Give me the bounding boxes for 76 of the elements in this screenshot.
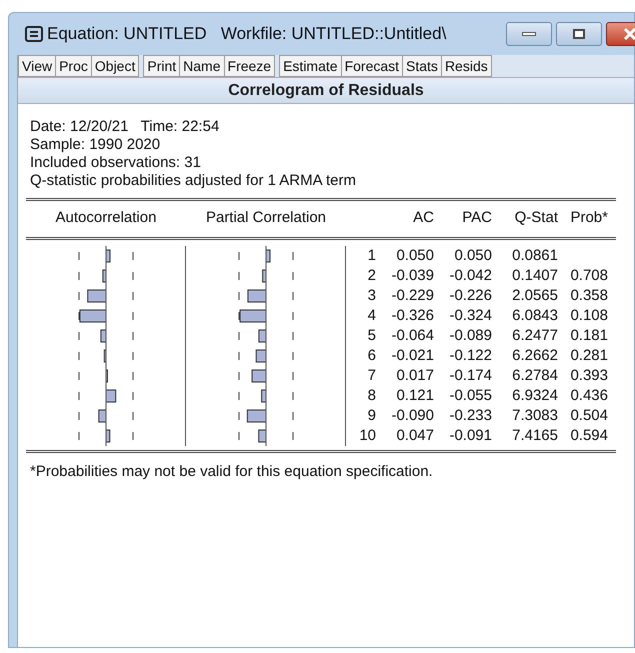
- close-icon: [623, 28, 635, 40]
- q-stat-cell-text: 7.4165: [511, 426, 558, 446]
- ac-cell-text: -0.021: [390, 346, 434, 366]
- toolbar-button[interactable]: Proc: [55, 55, 92, 77]
- prob-cell-text: 0.108: [569, 306, 608, 326]
- q-stat-cell-text: 6.0843: [511, 306, 558, 326]
- q-stat-cell-text: 6.2477: [511, 326, 558, 346]
- pac-cell-text: -0.042: [448, 266, 492, 286]
- window-menu-icon[interactable]: [25, 26, 43, 42]
- toolbar-button[interactable]: Forecast: [340, 55, 404, 77]
- prob-cell-text: 0.708: [569, 266, 608, 286]
- prob-cell-text: 0.281: [569, 346, 608, 366]
- lag-cell-text: 2: [366, 266, 376, 286]
- prob-cell-text: 0.594: [569, 426, 608, 446]
- pac-cell-text: -0.233: [448, 406, 492, 426]
- ac-cell-text: -0.229: [390, 286, 434, 306]
- prob-cell-text: 0.393: [569, 366, 608, 386]
- lag-cell-text: 8: [366, 386, 376, 406]
- q-stat-cell-text: 6.9324: [511, 386, 558, 406]
- pac-cell-text: -0.174: [448, 366, 492, 386]
- lag-cell-text: 3: [366, 286, 376, 306]
- column-header: Autocorrelation: [54, 208, 158, 228]
- prob-cell-text: 0.181: [569, 326, 608, 346]
- column-header: Partial Correlation: [204, 208, 328, 228]
- ac-cell-text: 0.047: [395, 426, 434, 446]
- pac-cell-text: -0.226: [448, 286, 492, 306]
- ac-cell-text: -0.090: [390, 406, 434, 426]
- column-header: PAC: [461, 208, 492, 228]
- toolbar-button[interactable]: Stats: [402, 55, 442, 77]
- info-line: Sample: 1990 2020: [30, 136, 162, 154]
- prob-cell-text: 0.504: [569, 406, 608, 426]
- column-header: AC: [412, 208, 434, 228]
- pac-cell-text: -0.091: [448, 426, 492, 446]
- info-line: Date: 12/20/21 Time: 22:54: [30, 118, 220, 136]
- ac-cell-text: -0.326: [390, 306, 434, 326]
- view-title: Correlogram of Residuals: [228, 80, 424, 100]
- toolbar-button[interactable]: View: [18, 55, 56, 77]
- ac-cell-text: 0.050: [395, 246, 434, 266]
- toolbar-button[interactable]: Print: [143, 55, 180, 77]
- q-stat-cell-text: 7.3083: [511, 406, 558, 426]
- pac-cell-text: -0.324: [448, 306, 492, 326]
- q-stat-cell-text: 6.2784: [511, 366, 558, 386]
- prob-cell-text: 0.436: [569, 386, 608, 406]
- toolbar-button[interactable]: Resids: [440, 55, 492, 77]
- pac-cell-text: -0.055: [448, 386, 492, 406]
- pac-cell-text: -0.122: [448, 346, 492, 366]
- ac-cell-text: -0.039: [390, 266, 434, 286]
- info-line: Q-statistic probabilities adjusted for 1 ARMA term: [30, 172, 357, 190]
- prob-cell-text: 0.358: [569, 286, 608, 306]
- lag-cell-text: 7: [366, 366, 376, 386]
- column-header: Prob*: [569, 208, 608, 228]
- q-stat-cell-text: 6.2662: [511, 346, 558, 366]
- lag-cell-text: 10: [358, 426, 376, 446]
- toolbar-button[interactable]: Object: [90, 55, 140, 77]
- toolbar-button[interactable]: Estimate: [279, 55, 342, 77]
- pac-cell-text: 0.050: [453, 246, 492, 266]
- maximize-button[interactable]: [556, 22, 602, 46]
- lag-cell-text: 1: [366, 246, 376, 266]
- footnote: *Probabilities may not be valid for this equation specification.: [29, 462, 434, 482]
- lag-cell-text: 6: [366, 346, 376, 366]
- lag-cell-text: 4: [366, 306, 376, 326]
- column-header: Q-Stat: [514, 208, 558, 228]
- toolbar-button[interactable]: Name: [179, 55, 225, 77]
- q-stat-cell-text: 0.0861: [511, 246, 558, 266]
- q-stat-cell-text: 2.0565: [511, 286, 558, 306]
- toolbar-button[interactable]: Freeze: [224, 55, 276, 77]
- info-line: Included observations: 31: [30, 154, 202, 172]
- ac-cell-text: -0.064: [390, 326, 434, 346]
- ac-cell-text: 0.121: [395, 386, 434, 406]
- ac-cell-text: 0.017: [395, 366, 434, 386]
- lag-cell-text: 5: [366, 326, 376, 346]
- minimize-button[interactable]: [506, 22, 552, 46]
- pac-cell-text: -0.089: [448, 326, 492, 346]
- lag-cell-text: 9: [366, 406, 376, 426]
- q-stat-cell-text: 0.1407: [511, 266, 558, 286]
- window-title: Equation: UNTITLED Workfile: UNTITLED::Untitled\: [47, 23, 446, 46]
